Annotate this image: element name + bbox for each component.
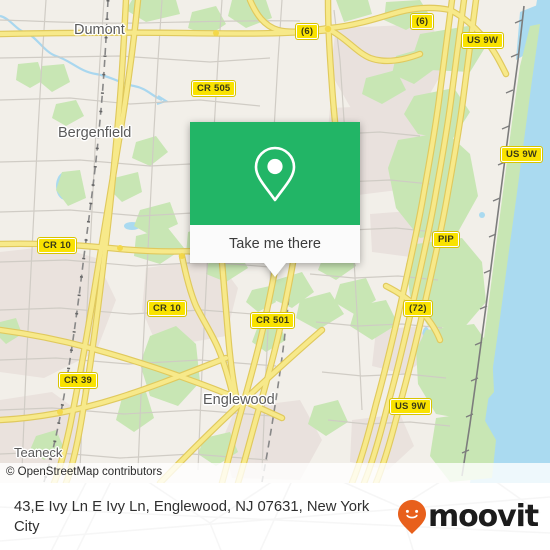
road-shield-us9w-a[interactable]: US 9W: [499, 146, 544, 163]
road-shield-6-b[interactable]: (6): [409, 13, 435, 30]
location-popup-card[interactable]: Take me there: [190, 122, 360, 277]
road-shield-cr10-b[interactable]: CR 10: [147, 300, 187, 317]
popup-pointer-tip: [264, 263, 286, 277]
road-shield-cr39[interactable]: CR 39: [58, 372, 98, 389]
road-shield-cr501[interactable]: CR 501: [249, 312, 296, 329]
place-label-englewood: Englewood: [203, 392, 275, 408]
address-text: 43,E Ivy Ln E Ivy Ln, Englewood, NJ 0763…: [14, 498, 370, 535]
footer-bar: 43,E Ivy Ln E Ivy Ln, Englewood, NJ 0763…: [0, 483, 550, 550]
road-shield-72[interactable]: (72): [403, 300, 433, 317]
road-shield-cr10-a[interactable]: CR 10: [37, 237, 77, 254]
map-screenshot: Dumont Bergenfield Englewood Teaneck (6)…: [0, 0, 550, 550]
moovit-logo[interactable]: moovit: [397, 499, 542, 535]
place-label-teaneck: Teaneck: [14, 445, 63, 460]
place-label-dumont: Dumont: [74, 22, 125, 38]
road-shield-us9w-b[interactable]: US 9W: [460, 32, 505, 49]
road-shield-us9w-c[interactable]: US 9W: [388, 398, 433, 415]
take-me-there-label: Take me there: [229, 236, 321, 252]
road-shield-6-a[interactable]: (6): [294, 23, 320, 40]
moovit-wordmark: moovit: [427, 498, 539, 534]
road-shield-pip[interactable]: PIP: [432, 231, 460, 248]
moovit-smiley-pin-icon: [397, 499, 426, 534]
popup-image-panel: [190, 122, 360, 225]
map-canvas[interactable]: Dumont Bergenfield Englewood Teaneck (6)…: [0, 0, 550, 483]
place-label-bergenfield: Bergenfield: [58, 125, 132, 141]
road-shield-cr505[interactable]: CR 505: [190, 80, 237, 97]
attribution-text: © OpenStreetMap contributors: [6, 466, 163, 478]
map-pin-icon: [254, 146, 296, 201]
map-attribution[interactable]: © OpenStreetMap contributors: [0, 463, 550, 483]
take-me-there-button[interactable]: Take me there: [190, 225, 360, 263]
